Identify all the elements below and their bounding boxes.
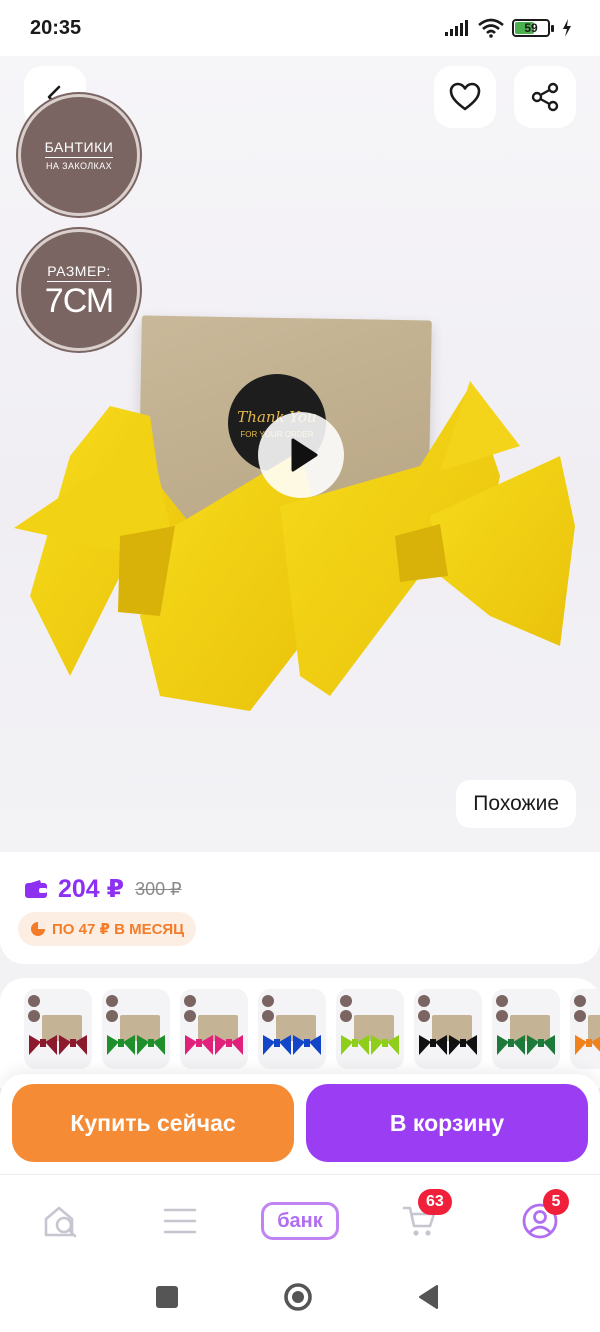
variant-badge-dot <box>28 1010 40 1022</box>
status-time: 20:35 <box>30 16 82 39</box>
variant-thumbnail[interactable] <box>24 989 92 1069</box>
variant-badge-dot <box>184 995 196 1007</box>
home-search-icon <box>44 1206 77 1238</box>
signal-icon <box>445 20 468 36</box>
variant-bow <box>185 1035 213 1055</box>
similar-button[interactable]: Похожие <box>456 780 576 828</box>
action-bar: Купить сейчас В корзину <box>0 1074 600 1174</box>
variant-bow <box>497 1035 525 1055</box>
variant-bow <box>449 1035 477 1055</box>
status-icons: 59 <box>444 18 572 38</box>
variant-badge-dot <box>574 995 586 1007</box>
price-card: 204 ₽ 300 ₽ ПО 47 ₽ В МЕСЯЦ <box>0 852 600 964</box>
wifi-icon <box>478 18 504 38</box>
variant-bow <box>215 1035 243 1055</box>
price-old: 300 ₽ <box>135 878 182 899</box>
variant-thumbnail[interactable] <box>570 989 600 1069</box>
bank-label: банк <box>277 1209 323 1232</box>
variant-bow <box>527 1035 555 1055</box>
variant-thumbnail[interactable] <box>336 989 404 1069</box>
nav-catalog[interactable] <box>150 1197 210 1245</box>
variant-bow <box>575 1035 600 1055</box>
variant-badge-dot <box>28 995 40 1007</box>
installment-label: ПО 47 ₽ В МЕСЯЦ <box>52 921 185 938</box>
price-row: 204 ₽ 300 ₽ <box>24 874 182 904</box>
variant-bow <box>137 1035 165 1055</box>
nav-cart[interactable]: 63 <box>390 1189 452 1245</box>
variant-thumbnail[interactable] <box>414 989 482 1069</box>
wallet-icon <box>25 880 47 898</box>
variant-bow <box>293 1035 321 1055</box>
variant-bow <box>371 1035 399 1055</box>
color-variants <box>0 978 600 1088</box>
back-triangle-icon[interactable] <box>417 1284 439 1310</box>
variant-badge-dot <box>106 1010 118 1022</box>
play-video-button[interactable] <box>258 412 344 498</box>
variant-thumbnail[interactable] <box>180 989 248 1069</box>
variant-badge-dot <box>496 995 508 1007</box>
variant-badge-dot <box>418 1010 430 1022</box>
variant-badge-dot <box>262 1010 274 1022</box>
variant-thumbnail[interactable] <box>492 989 560 1069</box>
nav-profile[interactable]: 5 <box>510 1189 570 1245</box>
variant-badge-dot <box>418 995 430 1007</box>
variant-badge-dot <box>184 1010 196 1022</box>
installment-badge[interactable]: ПО 47 ₽ В МЕСЯЦ <box>18 912 197 946</box>
price-current: 204 ₽ <box>58 875 125 903</box>
recents-square-icon[interactable] <box>155 1285 179 1309</box>
battery-icon: 59 <box>512 19 554 37</box>
variant-badge-dot <box>340 995 352 1007</box>
profile-badge: 5 <box>543 1189 569 1215</box>
play-icon <box>291 438 318 472</box>
battery-level: 59 <box>524 21 538 35</box>
variant-bow <box>341 1035 369 1055</box>
bottom-nav: банк 63 5 <box>0 1174 600 1266</box>
system-nav <box>0 1266 600 1332</box>
product-image[interactable]: БАНТИКИ НА ЗАКОЛКАХ РАЗМЕР: 7СМ Thank Yo… <box>0 56 600 852</box>
nav-bank[interactable]: банк <box>260 1197 340 1245</box>
variant-badge-dot <box>340 1010 352 1022</box>
cart-badge: 63 <box>418 1189 452 1215</box>
variant-thumbnail[interactable] <box>258 989 326 1069</box>
add-to-cart-button[interactable]: В корзину <box>306 1084 588 1162</box>
buy-now-button[interactable]: Купить сейчас <box>12 1084 294 1162</box>
charging-icon <box>563 19 571 37</box>
variant-badge-dot <box>496 1010 508 1022</box>
catalog-menu-icon <box>163 1208 197 1234</box>
variant-bow <box>263 1035 291 1055</box>
variant-bow <box>59 1035 87 1055</box>
variant-bow <box>419 1035 447 1055</box>
home-circle-icon[interactable] <box>283 1282 313 1312</box>
variant-bow <box>29 1035 57 1055</box>
variant-bow <box>107 1035 135 1055</box>
variant-badge-dot <box>106 995 118 1007</box>
status-bar: 20:35 59 <box>0 0 600 56</box>
variant-badge-dot <box>262 995 274 1007</box>
variant-thumbnail[interactable] <box>102 989 170 1069</box>
variant-badge-dot <box>574 1010 586 1022</box>
pie-chart-icon <box>31 922 45 936</box>
nav-home[interactable] <box>31 1197 91 1245</box>
bank-icon: банк <box>261 1202 339 1240</box>
